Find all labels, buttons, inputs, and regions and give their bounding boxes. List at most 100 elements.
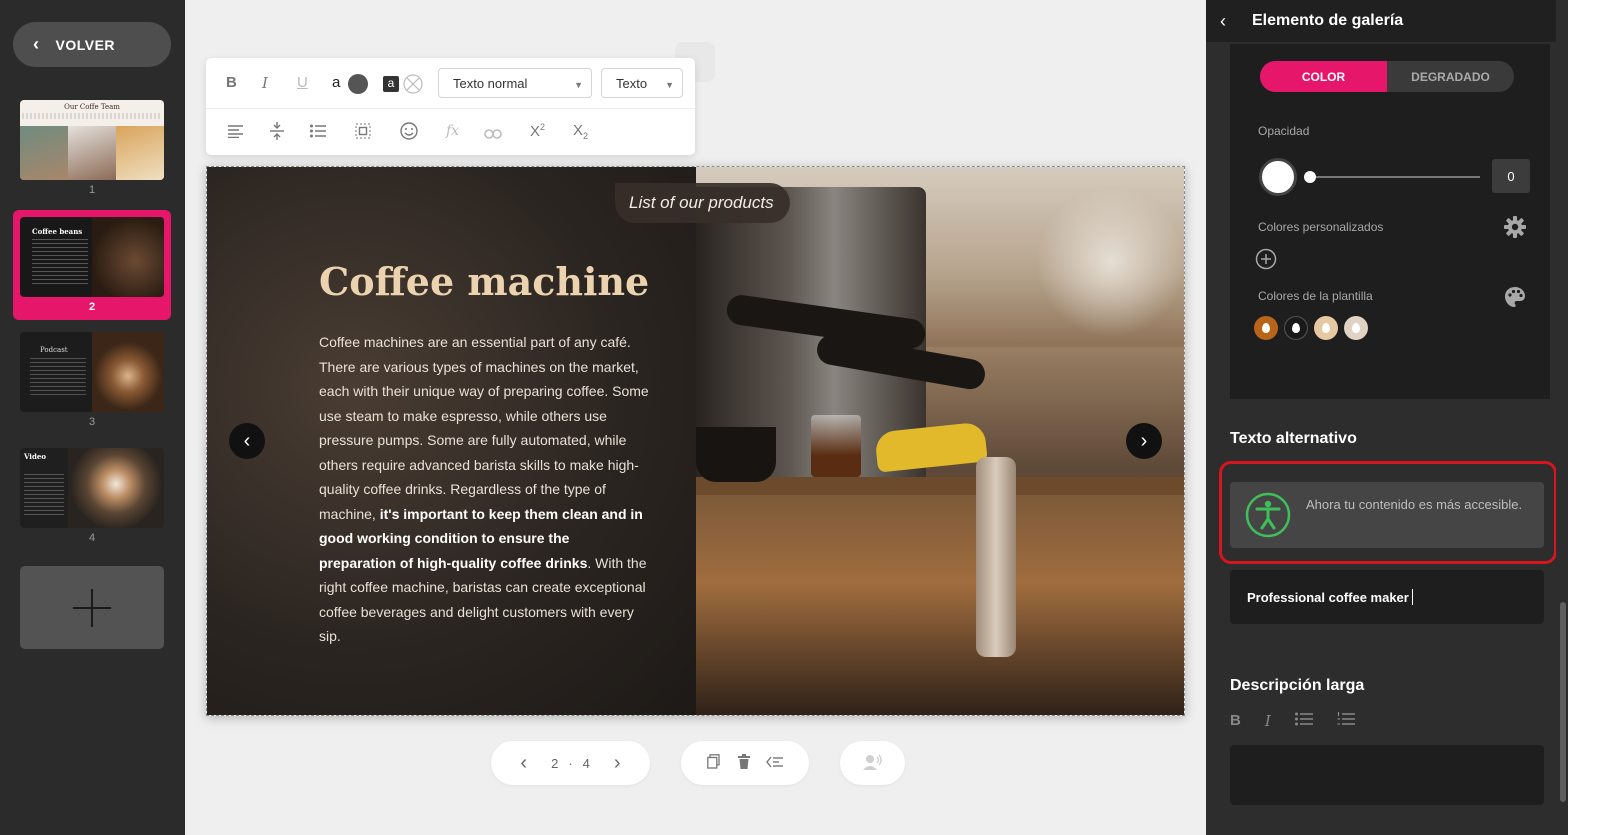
drop-icon xyxy=(1352,323,1360,333)
reorder-icon[interactable] xyxy=(766,756,783,771)
slide-tag[interactable]: List of our products xyxy=(615,183,790,223)
coffee-machine-image[interactable] xyxy=(696,167,1184,715)
numbered-list-icon[interactable] xyxy=(1337,712,1355,730)
emoji-icon[interactable] xyxy=(400,122,418,145)
bullet-list-icon[interactable] xyxy=(310,124,326,143)
accessibility-notice: Ahora tu contenido es más accesible. xyxy=(1230,482,1544,548)
formula-button[interactable]: fx xyxy=(446,123,459,139)
font-color-swatch[interactable] xyxy=(348,74,368,94)
paragraph-style-select[interactable]: Texto normal ▼ xyxy=(438,68,592,98)
text-type-value: Texto xyxy=(616,75,648,91)
selected-color-swatch[interactable] xyxy=(1259,158,1297,196)
slide-thumbnail-4[interactable]: Video 4 xyxy=(13,448,171,544)
subscript-button[interactable]: X2 xyxy=(573,122,588,141)
drop-icon xyxy=(1322,323,1330,333)
color-mode-toggle: COLOR DEGRADADO xyxy=(1260,61,1514,92)
slide-number: 3 xyxy=(88,416,96,428)
duplicate-icon[interactable] xyxy=(707,754,720,772)
bold-button[interactable]: B xyxy=(1230,712,1241,730)
page-edge xyxy=(1568,0,1600,835)
long-description-editor[interactable] xyxy=(1230,745,1544,805)
slide-number: 1 xyxy=(88,184,96,196)
opacity-label: Opacidad xyxy=(1258,124,1310,138)
padding-icon[interactable] xyxy=(355,123,371,144)
accessibility-message: Ahora tu contenido es más accesible. xyxy=(1306,497,1523,512)
template-color-4[interactable] xyxy=(1344,316,1368,340)
panel-scrollbar-thumb[interactable] xyxy=(1560,602,1566,802)
slide-3-preview: Podcast xyxy=(20,332,164,412)
line-spacing-icon[interactable] xyxy=(270,122,284,145)
template-color-1[interactable] xyxy=(1254,316,1278,340)
palette-icon[interactable] xyxy=(1504,286,1526,313)
subscript-letter: X xyxy=(573,122,584,139)
accessibility-icon xyxy=(1245,492,1291,543)
tab-gradient[interactable]: DEGRADADO xyxy=(1387,61,1514,92)
bold-button[interactable]: B xyxy=(226,74,237,91)
opacity-slider[interactable] xyxy=(1308,176,1480,178)
next-image-button[interactable]: › xyxy=(1126,423,1162,459)
chevron-left-icon: ‹ xyxy=(243,429,251,452)
link-icon[interactable] xyxy=(484,126,502,144)
template-color-2[interactable] xyxy=(1284,316,1308,340)
alt-text-heading: Texto alternativo xyxy=(1230,430,1357,447)
caret-down-icon: ▼ xyxy=(665,80,674,90)
slide-2-preview: Coffee beans xyxy=(20,217,164,297)
slide-actions-pill xyxy=(681,741,809,785)
chevron-left-icon: ‹ xyxy=(33,34,40,54)
bullet-list-icon[interactable] xyxy=(1294,712,1313,730)
slide-canvas[interactable]: List of our products Coffee machine Coff… xyxy=(206,166,1185,716)
back-button-label: VOLVER xyxy=(55,36,116,53)
tab-color[interactable]: COLOR xyxy=(1260,61,1387,92)
slide-thumbnail-2[interactable]: Coffee beans 2 xyxy=(13,210,171,320)
opacity-slider-handle[interactable] xyxy=(1304,171,1316,183)
long-description-heading: Descripción larga xyxy=(1230,677,1365,694)
trash-icon[interactable] xyxy=(738,754,750,772)
no-color-icon[interactable] xyxy=(403,74,423,94)
italic-button[interactable]: I xyxy=(262,74,268,92)
prev-slide-button[interactable]: ‹ xyxy=(520,752,527,775)
prev-image-button[interactable]: ‹ xyxy=(229,423,265,459)
slide-3-title: Podcast xyxy=(40,346,68,354)
long-description-toolbar: B I xyxy=(1230,712,1379,730)
plus-icon xyxy=(73,588,111,627)
back-button[interactable]: ‹ VOLVER xyxy=(13,22,171,67)
page-separator: · xyxy=(568,755,573,771)
slide-2-title: Coffee beans xyxy=(32,227,83,236)
drop-icon xyxy=(1292,323,1300,333)
paragraph-style-value: Texto normal xyxy=(453,75,528,91)
font-color-letter: a xyxy=(332,74,341,91)
narration-icon xyxy=(863,754,882,773)
superscript-letter: X xyxy=(530,123,541,140)
voice-pill[interactable] xyxy=(840,741,905,785)
add-slide-button[interactable] xyxy=(20,566,164,649)
align-left-icon[interactable] xyxy=(228,124,243,143)
panel-back-button[interactable]: ‹ xyxy=(1220,11,1226,32)
slide-1-title: Our Coffe Team xyxy=(64,103,120,111)
superscript-button[interactable]: X2 xyxy=(530,122,545,140)
template-color-3[interactable] xyxy=(1314,316,1338,340)
bg-color-letter: a xyxy=(383,76,399,92)
gear-icon[interactable] xyxy=(1504,216,1526,243)
alt-text-input[interactable]: Professional coffee maker xyxy=(1230,570,1544,624)
drop-icon xyxy=(1262,323,1270,333)
italic-button[interactable]: I xyxy=(1265,712,1271,730)
alt-text-value: Professional coffee maker xyxy=(1247,589,1409,605)
caret-down-icon: ▼ xyxy=(574,80,583,90)
opacity-input[interactable]: 0 xyxy=(1492,159,1530,193)
text-toolbar: B I U a a Texto normal ▼ Texto ▼ fx X2 X… xyxy=(206,58,695,155)
slides-sidebar: ‹ VOLVER Our Coffe Team 1 Coffee beans 2… xyxy=(0,0,185,835)
slide-thumbnail-3[interactable]: Podcast 3 xyxy=(13,332,171,428)
add-color-icon[interactable] xyxy=(1255,248,1277,275)
subscript-mark: 2 xyxy=(583,131,589,141)
slide-thumbnail-1[interactable]: Our Coffe Team 1 xyxy=(13,100,171,196)
slide-4-preview: Video xyxy=(20,448,164,528)
slide-body-text[interactable]: Coffee machines are an essential part of… xyxy=(319,330,649,649)
slide-heading[interactable]: Coffee machine xyxy=(319,259,649,304)
slide-4-title: Video xyxy=(24,452,46,461)
pagination-pill: ‹ 2 · 4 › xyxy=(491,741,650,785)
text-type-select[interactable]: Texto ▼ xyxy=(601,68,683,98)
body-text: Coffee machines are an essential part of… xyxy=(319,334,649,522)
panel-title: Elemento de galería xyxy=(1252,12,1404,29)
next-slide-button[interactable]: › xyxy=(614,752,621,775)
underline-button[interactable]: U xyxy=(297,74,308,91)
